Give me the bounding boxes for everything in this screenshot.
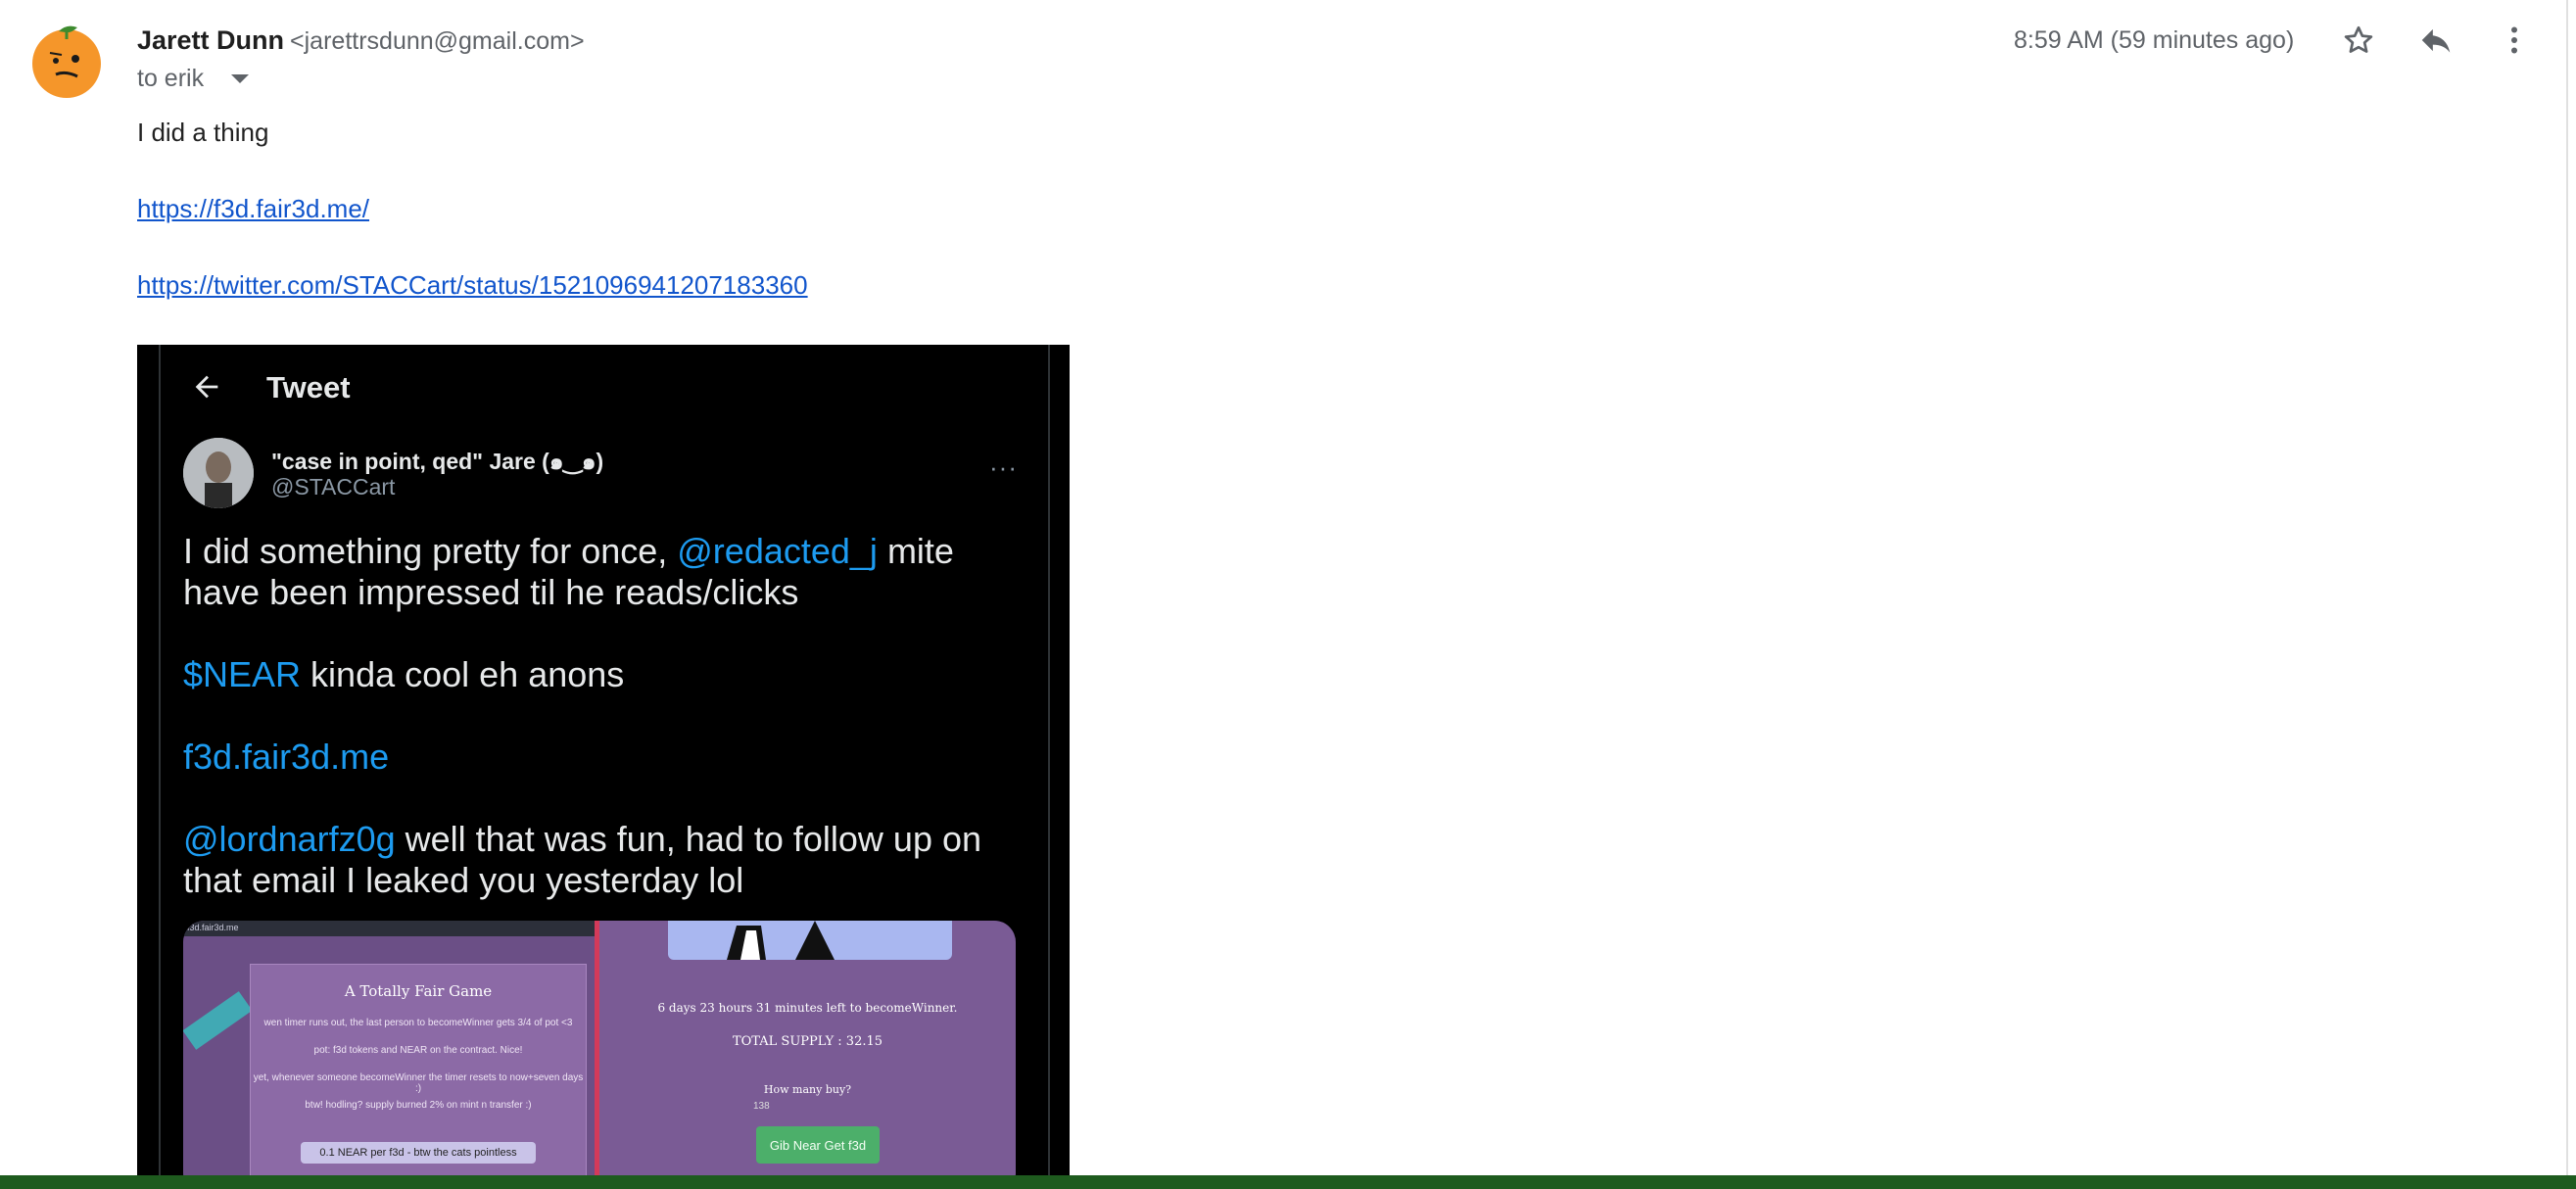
email-body-text: I did a thing — [137, 118, 269, 147]
tweet-mention: @lordnarfz0g — [183, 819, 396, 859]
game-panel-left: f3d.fair3d.me A Totally Fair Game wen ti… — [183, 921, 595, 1189]
tweet-media-card: f3d.fair3d.me A Totally Fair Game wen ti… — [183, 921, 1016, 1189]
banner-art — [668, 921, 952, 960]
game-title: A Totally Fair Game — [344, 982, 493, 1000]
email-link-twitter[interactable]: https://twitter.com/STACCart/status/1521… — [137, 270, 808, 301]
tweet-cashtag: $NEAR — [183, 654, 302, 694]
price-pill: 0.1 NEAR per f3d - btw the cats pointles… — [301, 1142, 536, 1164]
pane-divider — [2566, 0, 2568, 1175]
sender-line: Jarett Dunn <jarettrsdunn@gmail.com> — [137, 25, 585, 56]
game-panel-right: 6 days 23 hours 31 minutes left to becom… — [599, 921, 1016, 1189]
reply-button[interactable] — [2407, 11, 2465, 70]
recipient-line[interactable]: to erik — [137, 65, 250, 93]
gib-near-button: Gib Near Get f3d — [756, 1126, 880, 1164]
tweet-text-line-4: @lordnarfz0g well that was fun, had to f… — [183, 819, 982, 900]
more-vert-icon — [2511, 26, 2517, 54]
total-supply: TOTAL SUPPLY : 32.15 — [732, 1034, 883, 1049]
tweet-author-avatar — [183, 438, 254, 508]
chevron-down-icon[interactable] — [231, 74, 250, 83]
browser-url: f3d.fair3d.me — [187, 923, 239, 932]
more-horizontal-icon: ··· — [989, 452, 1018, 482]
tweet-screenshot-image[interactable]: Tweet "case in point, qed" Jare (๑‿๑) @S… — [137, 345, 1070, 1189]
decor-stripe — [183, 991, 253, 1050]
timer-text: 6 days 23 hours 31 minutes left to becom… — [657, 1001, 958, 1015]
game-line: btw! hodling? supply burned 2% on mint n… — [305, 1100, 532, 1111]
tweet-mention: @redacted_j — [677, 531, 878, 571]
sender-name[interactable]: Jarett Dunn — [137, 25, 284, 55]
email-link-f3d[interactable]: https://f3d.fair3d.me/ — [137, 194, 369, 224]
game-line: wen timer runs out, the last person to b… — [263, 1018, 573, 1028]
star-button[interactable] — [2329, 11, 2388, 70]
email-timestamp: 8:59 AM (59 minutes ago) — [2014, 26, 2295, 54]
tweet-text-line-2: $NEAR kinda cool eh anons — [183, 654, 625, 694]
tweet-frame: Tweet "case in point, qed" Jare (๑‿๑) @S… — [159, 345, 1050, 1189]
game-line: yet, whenever someone becomeWinner the t… — [253, 1072, 584, 1094]
game-line: pot: f3d tokens and NEAR on the contract… — [313, 1045, 523, 1056]
tweet-link: f3d.fair3d.me — [183, 737, 390, 777]
buy-amount: 138 — [753, 1101, 770, 1112]
tweet-text-line-1: I did something pretty for once, @redact… — [183, 531, 954, 612]
sender-email: <jarettrsdunn@gmail.com> — [290, 27, 585, 55]
buy-prompt: How many buy? — [763, 1083, 852, 1096]
recipient-label: to erik — [137, 65, 205, 92]
browser-bar: f3d.fair3d.me — [183, 921, 595, 936]
sender-avatar[interactable] — [26, 20, 107, 100]
tweet-handle: @STACCart — [271, 474, 396, 499]
more-options-button[interactable] — [2485, 11, 2544, 70]
reply-icon — [2421, 28, 2451, 53]
back-arrow-icon — [195, 375, 218, 399]
bottom-bar — [0, 1175, 2576, 1189]
star-icon — [2344, 25, 2373, 53]
tweet-header-title: Tweet — [266, 370, 351, 404]
tweet-text-line-3: f3d.fair3d.me — [183, 737, 1026, 778]
